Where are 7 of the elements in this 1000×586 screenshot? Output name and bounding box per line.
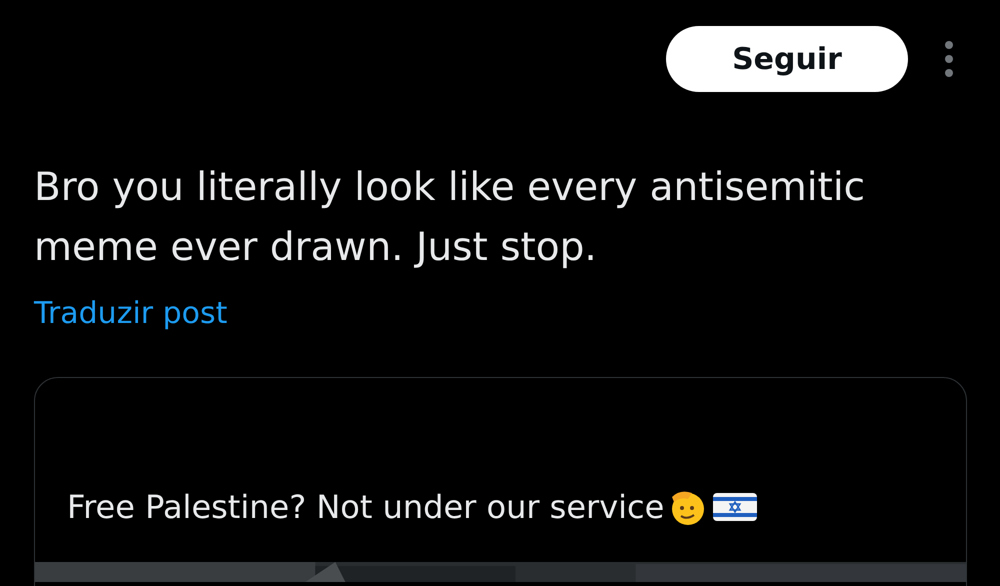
quoted-post-card[interactable]: Free Palestine? Not under our service: [34, 377, 967, 586]
quoted-post-text: Free Palestine? Not under our service: [67, 488, 664, 526]
flag-icon: [712, 491, 758, 523]
post-text: Bro you literally look like every antisemitic meme ever drawn. Just stop.: [34, 164, 866, 272]
more-options-icon[interactable]: [944, 39, 954, 79]
translate-link[interactable]: Traduzir post: [34, 296, 228, 331]
follow-button[interactable]: Seguir: [666, 26, 908, 92]
